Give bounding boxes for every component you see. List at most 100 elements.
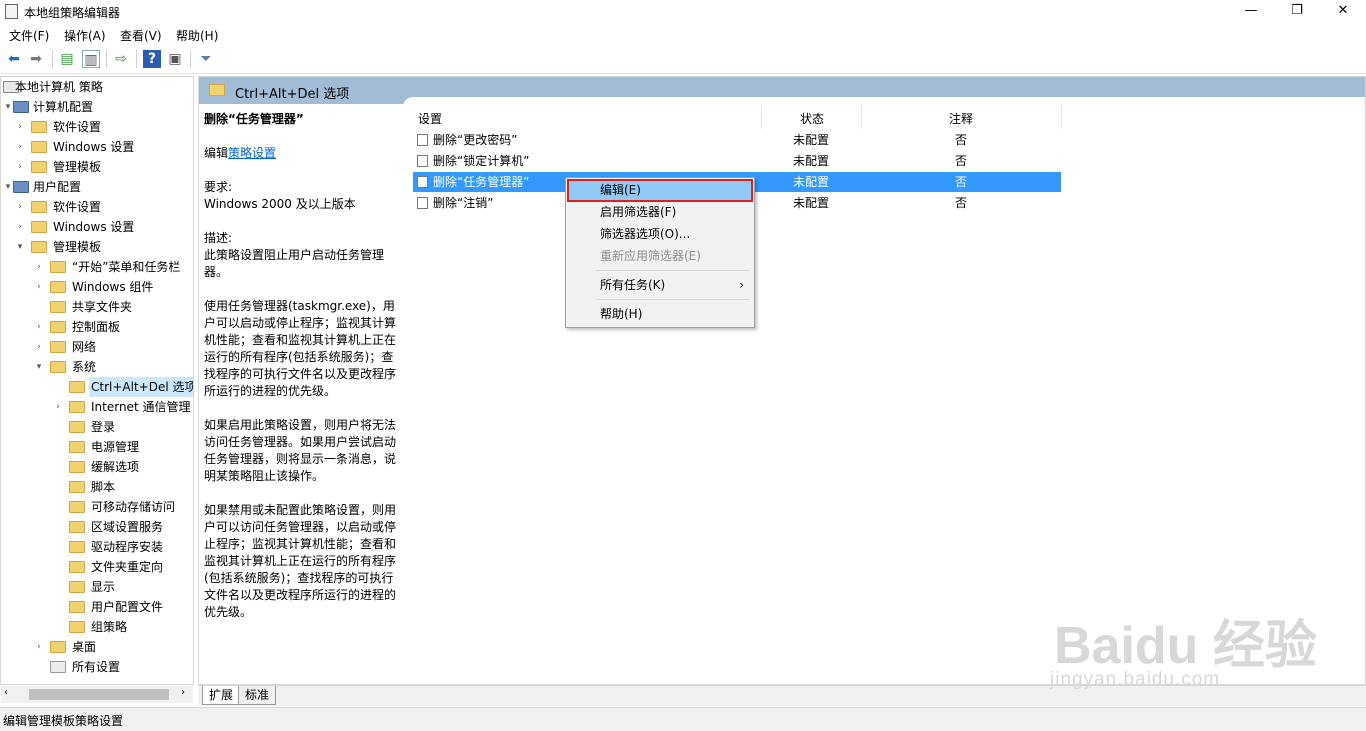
tree-label: Windows 设置 [53,140,135,154]
menu-item-filter-options[interactable]: 筛选器选项(O)... [568,224,752,245]
chevron-right-icon[interactable]: › [15,157,25,177]
tree-label: 桌面 [72,640,97,654]
tree-label: 用户配置 [33,180,82,194]
tree-label: 计算机配置 [33,100,94,114]
tree-label: 组策略 [91,620,128,634]
menu-file[interactable]: 文件(F) [9,27,49,44]
chevron-right-icon[interactable]: › [15,197,25,217]
tree-label: 区域设置服务 [91,520,164,534]
menu-item-all-tasks[interactable]: 所有任务(K) › [568,275,752,296]
tree-label: 控制面板 [72,320,121,334]
chevron-right-icon[interactable]: › [15,137,25,157]
show-hide-tree-icon[interactable]: ▥ [82,50,100,68]
tree-label: 驱动程序安装 [91,540,164,554]
policy-description: 删除“任务管理器” 编辑策略设置 要求: Windows 2000 及以上版本 描… [204,111,400,638]
column-header-comment[interactable]: 注释 [949,110,973,127]
toolbar-separator [52,50,53,68]
back-icon[interactable]: ⬅ [5,50,23,68]
policy-name: 删除“锁定计算机” [433,154,530,168]
window-title: 本地组策略编辑器 [24,6,121,20]
column-separator[interactable] [861,105,862,129]
help-icon[interactable]: ? [143,50,161,68]
chevron-right-icon[interactable]: › [34,637,44,657]
tab-extended[interactable]: 扩展 [202,686,241,705]
scroll-right-icon[interactable]: › [181,687,185,698]
minimize-button[interactable]: — [1228,0,1274,24]
policy-state: 未配置 [793,154,830,168]
chevron-right-icon[interactable]: › [15,117,25,137]
column-separator[interactable] [1061,105,1062,129]
chevron-down-icon[interactable]: ▾ [3,177,13,197]
menu-help[interactable]: 帮助(H) [176,27,218,44]
description-text: 此策略设置阻止用户启动任务管理器。 [204,248,385,279]
chevron-right-icon[interactable]: › [15,217,25,237]
chevron-down-icon[interactable]: ▾ [15,237,25,257]
chevron-right-icon[interactable]: › [34,277,44,297]
folder-icon [50,261,66,273]
description-paragraph: 如果启用此策略设置，则用户将无法访问任务管理器。如果用户尝试启动任务管理器，则将… [204,418,397,483]
menu-action[interactable]: 操作(A) [64,27,106,44]
requirement-value: Windows 2000 及以上版本 [204,197,356,211]
folder-icon [31,161,47,173]
tree-label: 电源管理 [91,440,140,454]
policy-setting-icon [417,197,428,209]
close-button[interactable]: ✕ [1320,0,1366,24]
title-bar: 本地组策略编辑器 — ❐ ✕ [0,0,1366,24]
tree-label: 网络 [72,340,97,354]
menu-item-edit[interactable]: 编辑(E) [567,179,753,202]
folder-icon [69,501,85,513]
context-menu: 编辑(E) 启用筛选器(F) 筛选器选项(O)... 重新应用筛选器(E) 所有… [565,177,755,328]
chevron-down-icon[interactable]: ▾ [3,97,13,117]
folder-icon [69,561,85,573]
folder-icon [69,481,85,493]
tree-label: 登录 [91,420,116,434]
up-folder-icon[interactable]: ▤ [58,50,76,68]
scrollbar-thumb[interactable] [29,689,169,700]
menu-item-enable-filter[interactable]: 启用筛选器(F) [568,202,752,223]
policy-state: 未配置 [793,175,830,189]
policy-title: 删除“任务管理器” [204,112,304,126]
description-paragraph: 如果禁用或未配置此策略设置，则用户可以访问任务管理器，以启动或停止程序；监视其计… [204,503,397,619]
folder-icon [69,581,85,593]
policy-state: 未配置 [793,133,830,147]
tree-label: 文件夹重定向 [91,560,164,574]
policy-comment: 否 [955,154,968,168]
tab-standard[interactable]: 标准 [238,686,277,705]
chevron-right-icon[interactable]: › [34,337,44,357]
folder-icon [69,541,85,553]
toolbar-separator [106,50,107,68]
tree-horizontal-scrollbar[interactable]: ‹ › [1,686,193,703]
tree-label: “开始”菜单和任务栏 [72,260,181,274]
chevron-right-icon[interactable]: › [53,397,63,417]
filter-icon[interactable]: ⏷ [197,50,215,68]
user-icon [13,181,29,193]
folder-icon [31,221,47,233]
column-separator[interactable] [761,105,762,129]
watermark-brand: Baidu 经验 [1054,617,1317,675]
policy-row[interactable]: 删除“锁定计算机” 未配置 否 [413,151,1061,171]
menu-item-help[interactable]: 帮助(H) [568,304,752,325]
menu-separator [596,299,750,300]
chevron-right-icon[interactable]: › [34,257,44,277]
policy-row[interactable]: 删除“更改密码” 未配置 否 [413,130,1061,150]
tree-label: 共享文件夹 [72,300,133,314]
forward-icon[interactable]: ➡ [27,50,45,68]
folder-icon [50,641,66,653]
export-list-icon[interactable]: ⇨ [112,50,130,68]
menu-view[interactable]: 查看(V) [120,27,162,44]
policy-setting-icon [417,134,428,146]
app-icon [5,4,18,19]
chevron-right-icon[interactable]: › [34,317,44,337]
tree-label: Internet 通信管理 [91,400,191,414]
chevron-down-icon[interactable]: ▾ [34,357,44,377]
folder-icon [69,441,85,453]
edit-policy-link[interactable]: 策略设置 [228,146,276,160]
scroll-left-icon[interactable]: ‹ [4,687,8,698]
watermark-url: jingyan.baidu.com [1050,669,1221,690]
restore-button[interactable]: ❐ [1274,0,1320,24]
policy-name: 删除“任务管理器” [433,175,530,189]
properties-icon[interactable]: ▣ [166,50,184,68]
folder-icon [50,321,66,333]
column-header-state[interactable]: 状态 [800,110,824,127]
column-header-setting[interactable]: 设置 [418,110,442,127]
